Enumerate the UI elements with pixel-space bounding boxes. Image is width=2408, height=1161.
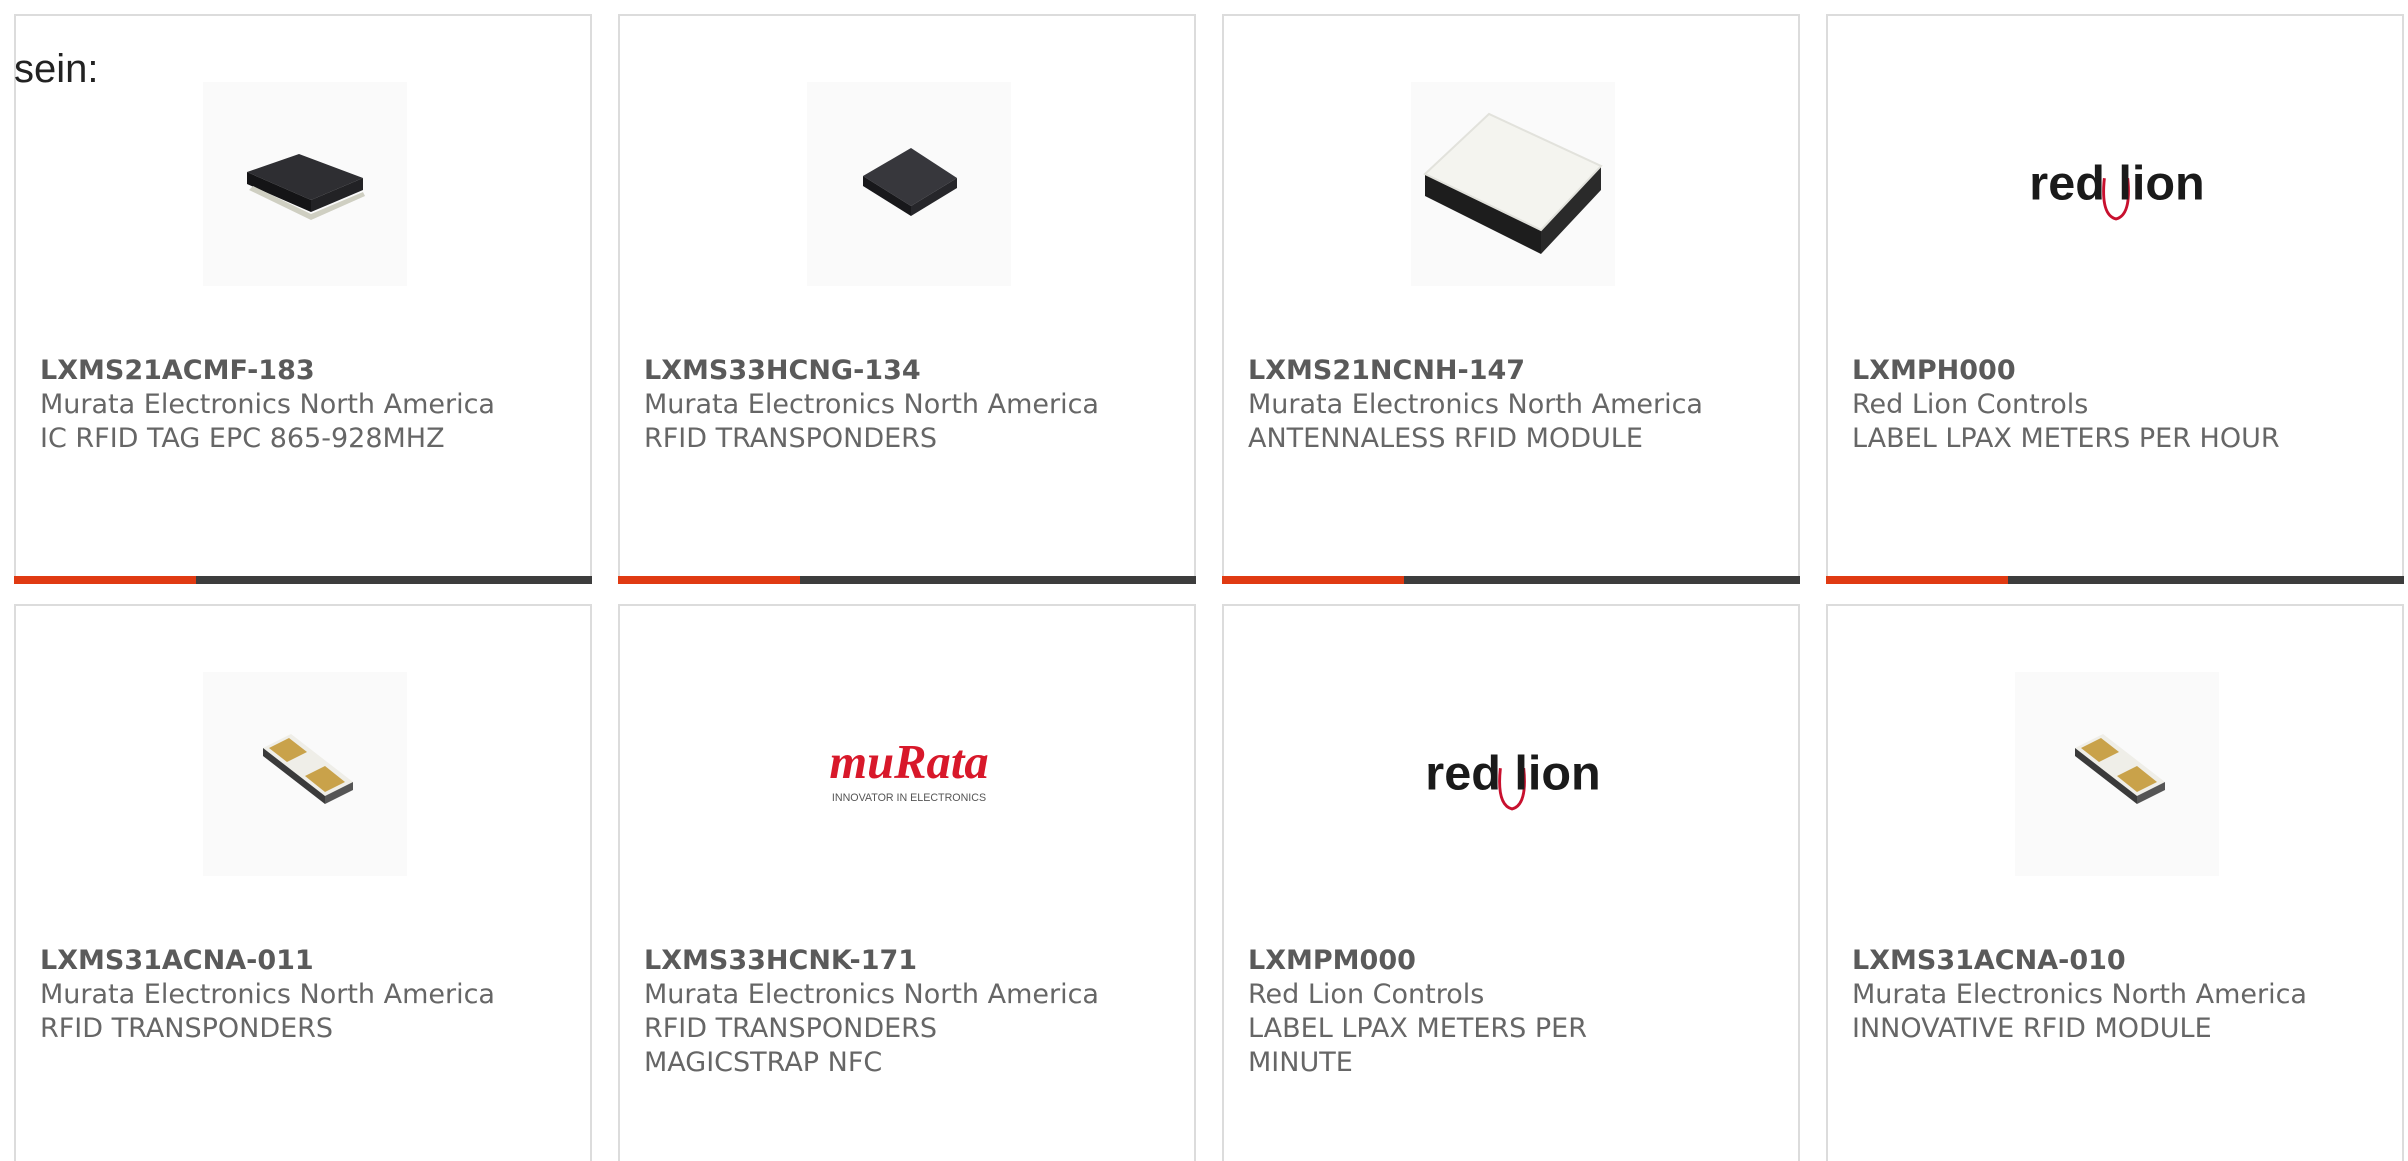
product-card[interactable]: LXMS21NCNH-147 Murata Electronics North … bbox=[1222, 14, 1800, 584]
description-line: RFID TRANSPONDERS bbox=[40, 1013, 334, 1044]
product-info: LXMS21ACMF-183 Murata Electronics North … bbox=[40, 354, 570, 456]
progress-bar bbox=[1826, 576, 2404, 584]
progress-bar-accent bbox=[1826, 576, 2008, 584]
product-image[interactable] bbox=[2015, 672, 2219, 876]
part-number[interactable]: LXMS33HCNK-171 bbox=[644, 944, 1174, 978]
murata-logo-icon: muRata INNOVATOR IN ELECTRONICS bbox=[829, 735, 988, 804]
black-chip-square-icon bbox=[863, 148, 957, 216]
progress-bar bbox=[618, 576, 1196, 584]
white-module-icon bbox=[1423, 112, 1603, 254]
product-grid: LXMS21ACMF-183 Murata Electronics North … bbox=[14, 14, 2408, 1161]
logo-text: red lion bbox=[1425, 747, 1600, 801]
progress-bar bbox=[1222, 576, 1800, 584]
manufacturer: Murata Electronics North America bbox=[40, 979, 495, 1010]
product-image[interactable] bbox=[203, 82, 407, 286]
progress-bar-accent bbox=[618, 576, 800, 584]
progress-bar-accent bbox=[14, 576, 196, 584]
product-card[interactable]: LXMS31ACNA-010 Murata Electronics North … bbox=[1826, 604, 2404, 1161]
product-info: LXMS31ACNA-010 Murata Electronics North … bbox=[1852, 944, 2382, 1046]
manufacturer: Murata Electronics North America bbox=[1248, 389, 1703, 420]
logo-text: muRata bbox=[829, 735, 988, 789]
product-card[interactable]: LXMS31ACNA-011 Murata Electronics North … bbox=[14, 604, 592, 1161]
description-line: MINUTE bbox=[1248, 1047, 1353, 1078]
product-info: LXMS31ACNA-011 Murata Electronics North … bbox=[40, 944, 570, 1046]
description-line: IC RFID TAG EPC 865-928MHZ bbox=[40, 423, 445, 454]
product-info: LXMS33HCNK-171 Murata Electronics North … bbox=[644, 944, 1174, 1080]
red-lion-logo-icon: red lion bbox=[2029, 157, 2205, 221]
gold-pad-chip-icon bbox=[263, 734, 353, 804]
logo-text: red lion bbox=[2029, 157, 2204, 211]
product-info: LXMS21NCNH-147 Murata Electronics North … bbox=[1248, 354, 1778, 456]
product-info: LXMS33HCNG-134 Murata Electronics North … bbox=[644, 354, 1174, 456]
part-number[interactable]: LXMS21ACMF-183 bbox=[40, 354, 570, 388]
manufacturer: Murata Electronics North America bbox=[644, 389, 1099, 420]
part-number[interactable]: LXMS21NCNH-147 bbox=[1248, 354, 1778, 388]
product-image[interactable] bbox=[807, 82, 1011, 286]
red-lion-logo-icon: red lion bbox=[1425, 747, 1601, 811]
product-card[interactable]: red lion LXMPH000 Red Lion Controls LABE… bbox=[1826, 14, 2404, 584]
manufacturer: Murata Electronics North America bbox=[1852, 979, 2307, 1010]
progress-bar-accent bbox=[1222, 576, 1404, 584]
black-chip-icon bbox=[247, 154, 365, 220]
product-card[interactable]: LXMS21ACMF-183 Murata Electronics North … bbox=[14, 14, 592, 584]
manufacturer: Red Lion Controls bbox=[1852, 389, 2089, 420]
product-image[interactable]: muRata INNOVATOR IN ELECTRONICS bbox=[807, 672, 1011, 876]
description-line: ANTENNALESS RFID MODULE bbox=[1248, 423, 1643, 454]
product-image[interactable] bbox=[203, 672, 407, 876]
description-line: RFID TRANSPONDERS bbox=[644, 423, 938, 454]
manufacturer: Red Lion Controls bbox=[1248, 979, 1485, 1010]
product-card[interactable]: red lion LXMPM000 Red Lion Controls LABE… bbox=[1222, 604, 1800, 1161]
gold-pad-chip-icon bbox=[2075, 734, 2165, 804]
progress-bar bbox=[14, 576, 592, 584]
product-image[interactable]: red lion bbox=[1411, 672, 1615, 876]
manufacturer: Murata Electronics North America bbox=[40, 389, 495, 420]
part-number[interactable]: LXMS33HCNG-134 bbox=[644, 354, 1174, 388]
description-line: LABEL LPAX METERS PER HOUR bbox=[1852, 423, 2280, 454]
product-card[interactable]: muRata INNOVATOR IN ELECTRONICS LXMS33HC… bbox=[618, 604, 1196, 1161]
product-info: LXMPM000 Red Lion Controls LABEL LPAX ME… bbox=[1248, 944, 1778, 1080]
manufacturer: Murata Electronics North America bbox=[644, 979, 1099, 1010]
part-number[interactable]: LXMS31ACNA-011 bbox=[40, 944, 570, 978]
description-line: MAGICSTRAP NFC bbox=[644, 1047, 883, 1078]
product-image[interactable] bbox=[1411, 82, 1615, 286]
product-card[interactable]: LXMS33HCNG-134 Murata Electronics North … bbox=[618, 14, 1196, 584]
description-line: RFID TRANSPONDERS bbox=[644, 1013, 938, 1044]
description-line: INNOVATIVE RFID MODULE bbox=[1852, 1013, 2212, 1044]
part-number[interactable]: LXMS31ACNA-010 bbox=[1852, 944, 2382, 978]
logo-subtext: INNOVATOR IN ELECTRONICS bbox=[832, 792, 986, 804]
description-line: LABEL LPAX METERS PER bbox=[1248, 1013, 1587, 1044]
product-image[interactable]: red lion bbox=[2015, 82, 2219, 286]
part-number[interactable]: LXMPM000 bbox=[1248, 944, 1778, 978]
product-info: LXMPH000 Red Lion Controls LABEL LPAX ME… bbox=[1852, 354, 2382, 456]
intro-text: sein: bbox=[14, 47, 99, 91]
part-number[interactable]: LXMPH000 bbox=[1852, 354, 2382, 388]
